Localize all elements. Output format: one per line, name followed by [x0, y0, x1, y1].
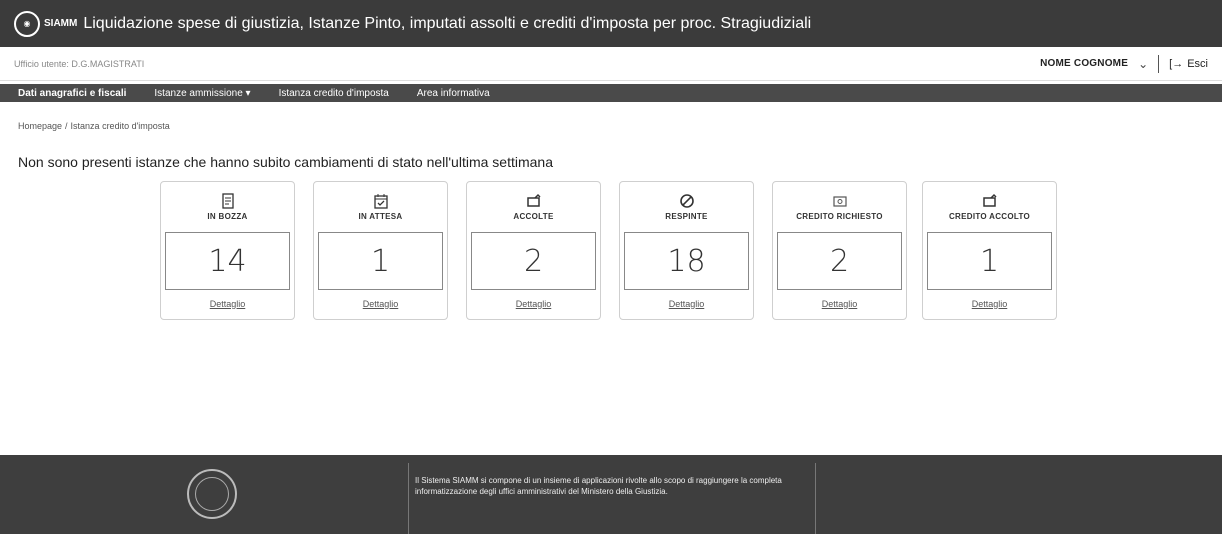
card-value: 2 — [777, 232, 902, 290]
page-heading: Non sono presenti istanze che hanno subi… — [18, 154, 553, 170]
app-logo[interactable]: ◉ SIAMM — [14, 10, 78, 37]
page-footer: Il Sistema SIAMM si compone di un insiem… — [0, 455, 1222, 534]
card-label: IN ATTESA — [358, 212, 403, 221]
card-value: 18 — [624, 232, 749, 290]
footer-divider — [408, 463, 409, 534]
card-value: 2 — [471, 232, 596, 290]
card-label: RESPINTE — [665, 212, 708, 221]
main-nav: Dati anagrafici e fiscali Istanze ammiss… — [0, 84, 1222, 102]
detail-link[interactable]: Dettaglio — [161, 290, 294, 317]
user-name[interactable]: NOME COGNOME — [1040, 58, 1128, 69]
divider — [1158, 54, 1160, 73]
detail-link[interactable]: Dettaglio — [467, 290, 600, 317]
chevron-down-icon[interactable]: ⌄ — [1138, 57, 1148, 71]
credit-approved-icon — [982, 193, 997, 207]
logout-icon: [→ — [1169, 57, 1184, 70]
card-label: ACCOLTE — [513, 212, 554, 221]
logout-button[interactable]: [→ Esci — [1169, 58, 1208, 70]
breadcrumb: Homepage / Istanza credito d'imposta — [18, 121, 170, 131]
card-label: CREDITO ACCOLTO — [948, 212, 1031, 221]
credit-requested-icon — [832, 196, 847, 207]
breadcrumb-home[interactable]: Homepage — [18, 121, 62, 131]
breadcrumb-separator: / — [65, 121, 68, 131]
footer-description: Il Sistema SIAMM si compone di un insiem… — [415, 476, 782, 496]
nav-item-istanza-credito[interactable]: Istanza credito d'imposta — [279, 88, 389, 99]
status-card-in-bozza: IN BOZZA 14 Dettaglio — [160, 181, 295, 320]
draft-icon — [221, 193, 234, 209]
approved-icon — [526, 193, 541, 207]
detail-link[interactable]: Dettaglio — [314, 290, 447, 317]
app-header: ◉ SIAMM Liquidazione spese di giustizia,… — [0, 0, 1222, 47]
republic-emblem-icon — [187, 469, 237, 519]
user-area: NOME COGNOME ⌄ [→ Esci — [1040, 54, 1208, 73]
calendar-check-icon — [373, 194, 388, 209]
status-card-credito-accolto: CREDITO ACCOLTO 1 Dettaglio — [922, 181, 1057, 320]
logo-icon: ◉ — [14, 10, 40, 37]
rejected-icon — [679, 194, 694, 208]
detail-link[interactable]: Dettaglio — [773, 290, 906, 317]
status-card-accolte: ACCOLTE 2 Dettaglio — [466, 181, 601, 320]
user-bar: Ufficio utente: D.G.MAGISTRATI NOME COGN… — [0, 47, 1222, 81]
office-label: Ufficio utente: D.G.MAGISTRATI — [14, 58, 145, 69]
status-card-respinte: RESPINTE 18 Dettaglio — [619, 181, 754, 320]
footer-divider — [815, 463, 816, 534]
detail-link[interactable]: Dettaglio — [620, 290, 753, 317]
logout-label: Esci — [1187, 57, 1208, 70]
card-value: 14 — [165, 232, 290, 290]
status-card-in-attesa: IN ATTESA 1 Dettaglio — [313, 181, 448, 320]
detail-link[interactable]: Dettaglio — [923, 290, 1056, 317]
card-label: CREDITO RICHIESTO — [796, 212, 883, 221]
nav-item-area-informativa[interactable]: Area informativa — [417, 88, 490, 99]
app-title: Liquidazione spese di giustizia, Istanze… — [83, 14, 812, 32]
status-card-credito-richiesto: CREDITO RICHIESTO 2 Dettaglio — [772, 181, 907, 320]
card-value: 1 — [318, 232, 443, 290]
nav-item-istanze-ammissione[interactable]: Istanze ammissione ▾ — [154, 88, 250, 99]
breadcrumb-current: Istanza credito d'imposta — [70, 121, 170, 131]
nav-item-dati-anagrafici[interactable]: Dati anagrafici e fiscali — [18, 88, 126, 99]
card-value: 1 — [927, 232, 1052, 290]
logo-text: SIAMM — [44, 18, 78, 29]
card-label: IN BOZZA — [207, 212, 248, 221]
